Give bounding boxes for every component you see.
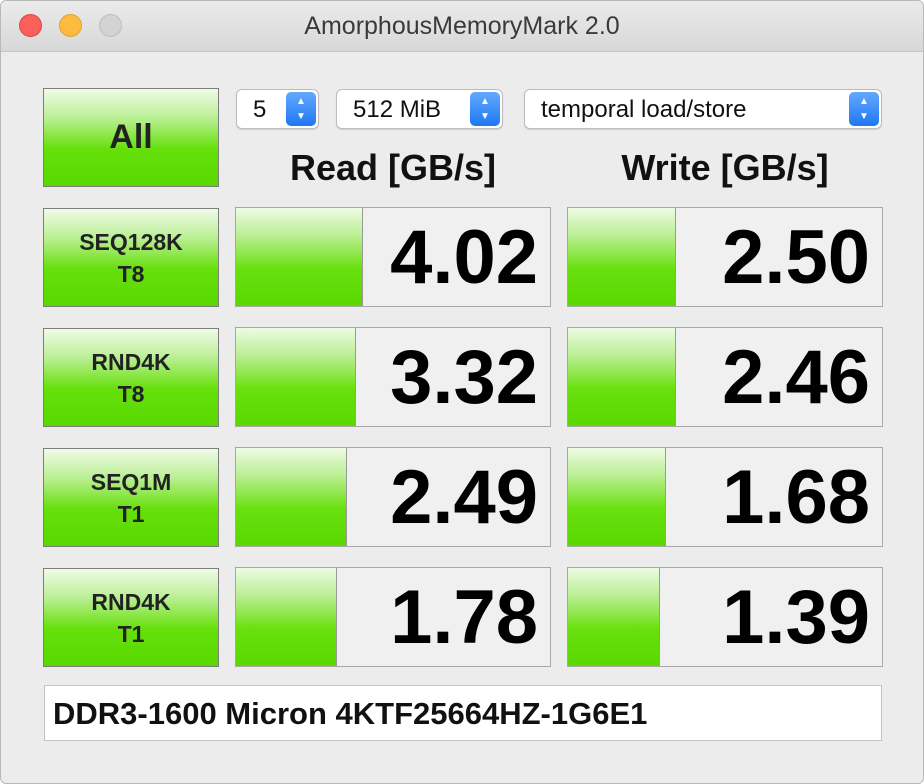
write-level-bar xyxy=(568,208,676,306)
title-bar: AmorphousMemoryMark 2.0 xyxy=(1,1,923,52)
test-threads: T8 xyxy=(117,380,145,407)
read-result-rnd4k-t8: 3.32 xyxy=(235,327,551,427)
write-value: 1.68 xyxy=(722,455,870,540)
comment-field[interactable]: DDR3-1600 Micron 4KTF25664HZ-1G6E1 xyxy=(44,685,882,741)
read-level-bar xyxy=(236,568,338,666)
updown-chevron-icon: ▲ ▼ xyxy=(470,92,500,126)
app-window: AmorphousMemoryMark 2.0 All 5 ▲ ▼ 512 MiB… xyxy=(0,0,924,784)
window-title: AmorphousMemoryMark 2.0 xyxy=(304,12,620,40)
run-all-label: All xyxy=(109,118,153,156)
test-threads: T1 xyxy=(117,620,145,647)
run-all-button[interactable]: All xyxy=(43,88,219,187)
write-result-seq1m-t1: 1.68 xyxy=(567,447,883,547)
test-name: SEQ128K xyxy=(79,228,183,255)
write-level-bar xyxy=(568,448,667,546)
write-header: Write [GB/s] xyxy=(621,147,829,188)
write-result-rnd4k-t1: 1.39 xyxy=(567,567,883,667)
test-button-seq1m-t1[interactable]: SEQ1M T1 xyxy=(43,448,219,547)
read-value: 2.49 xyxy=(390,455,538,540)
test-threads: T1 xyxy=(117,500,145,527)
test-mode-value: temporal load/store xyxy=(541,96,747,123)
read-level-bar xyxy=(236,208,363,306)
updown-chevron-icon: ▲ ▼ xyxy=(849,92,879,126)
test-name: RND4K xyxy=(91,348,171,375)
write-result-seq128k-t8: 2.50 xyxy=(567,207,883,307)
write-value: 1.39 xyxy=(722,575,870,660)
test-name: SEQ1M xyxy=(90,468,172,495)
test-button-rnd4k-t1[interactable]: RND4K T1 xyxy=(43,568,219,667)
updown-chevron-icon: ▲ ▼ xyxy=(286,92,316,126)
test-size-select[interactable]: 512 MiB ▲ ▼ xyxy=(336,89,503,129)
read-result-seq128k-t8: 4.02 xyxy=(235,207,551,307)
test-count-value: 5 xyxy=(253,96,267,123)
read-value: 4.02 xyxy=(390,215,538,300)
write-value: 2.46 xyxy=(722,335,870,420)
write-value: 2.50 xyxy=(722,215,870,300)
test-button-rnd4k-t8[interactable]: RND4K T8 xyxy=(43,328,219,427)
write-level-bar xyxy=(568,568,661,666)
write-level-bar xyxy=(568,328,676,426)
test-button-seq128k-t8[interactable]: SEQ128K T8 xyxy=(43,208,219,307)
read-value: 1.78 xyxy=(390,575,538,660)
test-name: RND4K xyxy=(91,588,171,615)
test-mode-select[interactable]: temporal load/store ▲ ▼ xyxy=(524,89,882,129)
read-header: Read [GB/s] xyxy=(289,147,497,188)
read-level-bar xyxy=(236,448,347,546)
test-threads: T8 xyxy=(117,260,145,287)
test-count-select[interactable]: 5 ▲ ▼ xyxy=(236,89,319,129)
write-result-rnd4k-t8: 2.46 xyxy=(567,327,883,427)
read-value: 3.32 xyxy=(390,335,538,420)
read-result-seq1m-t1: 2.49 xyxy=(235,447,551,547)
read-result-rnd4k-t1: 1.78 xyxy=(235,567,551,667)
read-level-bar xyxy=(236,328,357,426)
test-size-value: 512 MiB xyxy=(353,96,442,123)
